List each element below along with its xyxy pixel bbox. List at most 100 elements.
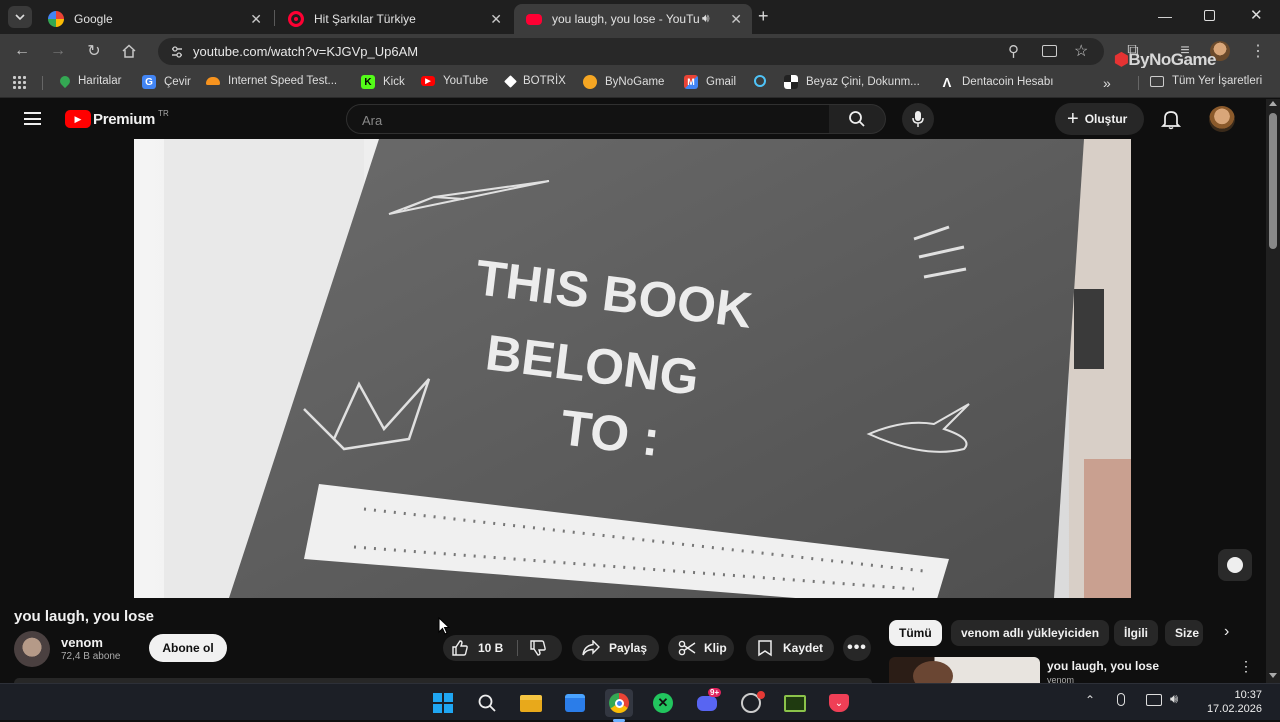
bookmark-divider: [42, 76, 43, 90]
pocket-button[interactable]: ⌄: [825, 689, 853, 717]
youtube-premium-logo[interactable]: ▶ Premium TR: [65, 108, 169, 128]
scroll-down-arrow[interactable]: [1269, 673, 1277, 678]
new-tab-button[interactable]: +: [758, 6, 769, 27]
all-bookmarks-button[interactable]: Tüm Yer İşaretleri: [1150, 75, 1262, 87]
terminal-button[interactable]: [781, 689, 809, 717]
youtube-icon: ▶: [421, 76, 435, 86]
voice-search-button[interactable]: [902, 103, 934, 135]
taskbar-search-button[interactable]: [473, 689, 501, 717]
like-button[interactable]: 10 B: [451, 638, 503, 658]
monitor-icon: [784, 694, 806, 712]
close-icon[interactable]: ✕: [490, 11, 502, 28]
browser-menu-icon[interactable]: ⋮: [1247, 40, 1269, 62]
site-settings-icon[interactable]: [170, 45, 184, 59]
window-close-button[interactable]: ✕: [1250, 6, 1263, 24]
region-code: TR: [158, 108, 169, 118]
scroll-up-arrow[interactable]: [1269, 101, 1277, 106]
account-avatar[interactable]: [1209, 106, 1235, 132]
bookmark-botrix[interactable]: BOTRİX: [504, 74, 566, 88]
forward-button[interactable]: →: [47, 40, 69, 62]
microphone-icon: [912, 111, 924, 127]
bookmark-kick[interactable]: K Kick: [361, 75, 405, 89]
bookmark-unnamed[interactable]: [754, 75, 774, 87]
store-button[interactable]: [561, 689, 589, 717]
clip-button[interactable]: Klip: [668, 635, 734, 661]
bookmark-star-icon[interactable]: ☆: [1074, 41, 1088, 61]
tray-microphone-icon[interactable]: [1117, 693, 1125, 706]
bookmark-speedtest[interactable]: Internet Speed Test...: [206, 75, 337, 87]
floating-extension-button[interactable]: [1218, 549, 1252, 581]
apps-grid-icon[interactable]: [12, 75, 26, 89]
subscribe-button[interactable]: Abone ol: [149, 634, 227, 662]
more-bookmarks-button[interactable]: »: [1103, 75, 1111, 91]
bookmark-haritalar[interactable]: Haritalar: [57, 73, 121, 89]
channel-name[interactable]: venom: [61, 635, 103, 650]
chip-for-you[interactable]: Size: [1165, 620, 1203, 646]
tab-google[interactable]: Google ✕: [36, 4, 272, 34]
botrix-icon: [504, 74, 517, 88]
google-icon: [48, 11, 64, 27]
url-text[interactable]: youtube.com/watch?v=KJGVp_Up6AM: [193, 44, 418, 59]
discord-button[interactable]: 9+: [693, 688, 722, 717]
tab-search-button[interactable]: [8, 6, 32, 28]
scrollbar-thumb[interactable]: [1269, 113, 1277, 249]
create-button[interactable]: + Oluştur: [1055, 103, 1144, 135]
recommended-channel: venom: [1047, 675, 1075, 683]
more-actions-button[interactable]: •••: [843, 635, 871, 661]
tray-overflow-icon[interactable]: ⌃: [1085, 693, 1095, 707]
home-button[interactable]: [118, 40, 140, 62]
video-player[interactable]: THIS BOOK BELONG TO :: [134, 139, 1131, 598]
hamburger-menu-icon[interactable]: [24, 112, 41, 125]
install-app-icon[interactable]: [1042, 45, 1057, 57]
save-label: Kaydet: [783, 641, 824, 655]
minimize-button[interactable]: —: [1158, 8, 1172, 24]
tab-divider: [274, 10, 275, 26]
search-button[interactable]: [829, 104, 886, 134]
steam-button[interactable]: [737, 689, 765, 717]
xbox-button[interactable]: ✕: [649, 689, 677, 717]
close-icon[interactable]: ✕: [730, 11, 742, 28]
recommended-menu-icon[interactable]: ⋮: [1239, 658, 1253, 675]
search-input[interactable]: Ara: [346, 104, 830, 134]
clip-label: Klip: [704, 641, 727, 655]
speaker-icon[interactable]: 🔊︎: [702, 11, 710, 26]
recommended-thumbnail[interactable]: [889, 657, 1040, 683]
bookmark-beyaz-cini[interactable]: Beyaz Çini, Dokunm...: [784, 75, 920, 89]
bookmark-youtube[interactable]: ▶ YouTube: [421, 75, 488, 87]
zoom-icon[interactable]: ⚲: [1008, 42, 1019, 60]
taskbar-clock[interactable]: 10:37 17.02.2026: [1196, 688, 1262, 716]
address-bar[interactable]: youtube.com/watch?v=KJGVp_Up6AM ⚲ ☆: [158, 38, 1104, 65]
close-icon[interactable]: ✕: [250, 11, 262, 28]
bookmark-dentacoin[interactable]: Λ Dentacoin Hesabı: [940, 75, 1054, 90]
back-button[interactable]: ←: [11, 40, 33, 62]
chip-label: Size: [1175, 626, 1200, 640]
notifications-button[interactable]: [1160, 108, 1182, 135]
share-button[interactable]: Paylaş: [572, 635, 659, 661]
bookmark-cevir[interactable]: G Çevir: [142, 75, 191, 89]
chips-next-button[interactable]: ›: [1224, 623, 1229, 641]
reload-button[interactable]: ↻: [83, 40, 105, 62]
chip-all[interactable]: Tümü: [889, 620, 942, 646]
store-icon: [565, 694, 585, 712]
file-explorer-button[interactable]: [517, 689, 545, 717]
chrome-taskbar-button[interactable]: [605, 689, 633, 722]
chip-related[interactable]: İlgili: [1114, 620, 1158, 646]
tray-volume-icon[interactable]: 🔊︎: [1170, 691, 1178, 707]
bookmark-bynogame[interactable]: ByNoGame: [583, 75, 664, 89]
tab-youtube-active[interactable]: you laugh, you lose - YouTu 🔊︎ ✕: [514, 4, 752, 34]
recommended-title[interactable]: you laugh, you lose: [1047, 659, 1159, 673]
translate-icon: G: [142, 75, 156, 89]
channel-avatar[interactable]: [14, 631, 50, 667]
save-button[interactable]: Kaydet: [746, 635, 834, 661]
youtube-icon: [526, 13, 542, 25]
tab-hit-sarkilar[interactable]: Hit Şarkılar Türkiye ✕: [276, 4, 512, 34]
bookmark-divider: [1138, 76, 1139, 90]
dislike-button[interactable]: [529, 639, 547, 660]
chip-from-uploader[interactable]: venom adlı yükleyiciden: [951, 620, 1110, 646]
restore-button[interactable]: [1204, 10, 1215, 21]
tab-title: Google: [74, 12, 113, 26]
tray-network-icon[interactable]: [1146, 694, 1162, 706]
bookmark-gmail[interactable]: M Gmail: [684, 75, 736, 89]
start-button[interactable]: [429, 689, 457, 717]
page-scrollbar[interactable]: [1266, 99, 1280, 683]
